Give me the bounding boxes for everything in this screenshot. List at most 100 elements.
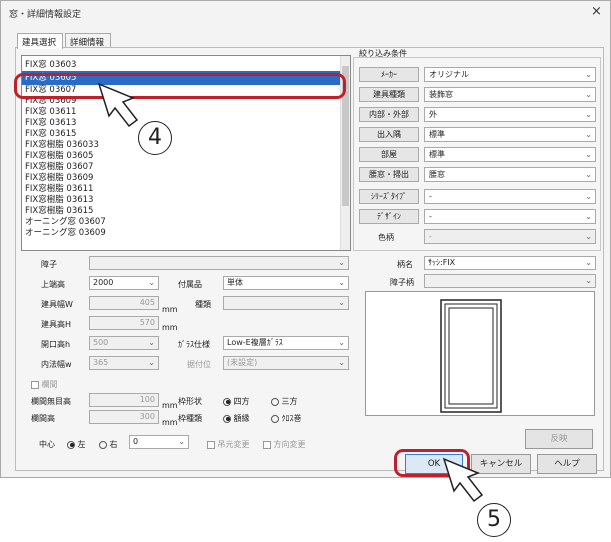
kaiko-h-select: 500 ⌄ (89, 336, 159, 350)
chevron-down-icon: ⌄ (148, 278, 155, 287)
cursor-arrow-icon (97, 82, 139, 128)
tategu-h-field[interactable]: 570 (89, 316, 159, 330)
select-value: 外 (429, 110, 437, 119)
list-item[interactable]: FIX窓 03611 (22, 107, 350, 118)
tab-detail-info[interactable]: 詳細情報 (65, 33, 111, 48)
checkbox-box (207, 440, 215, 449)
radio-label: 額縁 (233, 414, 250, 423)
center-radio-left[interactable]: 左 (67, 439, 86, 450)
highlight-ring-list-item (14, 73, 346, 99)
list-item[interactable]: FIX窓樹脂 03609 (22, 173, 350, 184)
filter-button-design[interactable]: ﾃﾞｻﾞｲﾝ (359, 209, 419, 224)
list-item[interactable]: FIX窓樹脂 03613 (22, 195, 350, 206)
wakushu-label: 枠種類 (178, 414, 202, 423)
center-radio-right[interactable]: 右 (99, 439, 118, 450)
uchinori-select[interactable]: 2000 ⌄ (89, 276, 159, 290)
chevron-down-icon: ⌄ (585, 90, 592, 99)
filter-button-type[interactable]: 建具種類 (359, 87, 419, 102)
wakukei-radio-2[interactable]: 三方 (271, 396, 298, 407)
radio-icon (223, 414, 231, 423)
filter-select-maker[interactable]: オリジナル ⌄ (424, 67, 596, 82)
filter-select-inout[interactable]: 外 ⌄ (424, 107, 596, 122)
filter-button-inout[interactable]: 内部・外部 (359, 107, 419, 122)
wakukei-radio-1[interactable]: 四方 (223, 396, 250, 407)
tategu-w-label: 建具幅W (41, 300, 73, 309)
center-label: 中心 (39, 440, 55, 449)
radio-icon (271, 397, 279, 406)
gara-select[interactable]: ｻｯｼ:FIX ⌄ (424, 256, 596, 270)
uchinori-label: 上端高 (41, 280, 65, 289)
select-value: - (429, 192, 432, 201)
radio-icon (99, 440, 107, 449)
list-item[interactable]: FIX窓樹脂 03615 (22, 206, 350, 217)
filter-select-type[interactable]: 装飾窓 ⌄ (424, 87, 596, 102)
filter-button-room[interactable]: 部屋 (359, 147, 419, 162)
kaiko-h-label: 開口高h (41, 340, 71, 349)
radio-icon (271, 414, 279, 423)
filter-button-corner[interactable]: 出入隅 (359, 127, 419, 142)
select-value: 0 (133, 437, 139, 446)
unit-mm: mm (162, 305, 178, 314)
window-preview-drawing (440, 299, 502, 413)
help-button[interactable]: ヘルプ (537, 454, 597, 474)
radio-label: 三方 (281, 397, 298, 406)
chevron-down-icon: ⌄ (585, 150, 592, 159)
filter-select-color: - ⌄ (424, 229, 596, 244)
callout-5: 5 (477, 503, 511, 537)
radio-label: 右 (109, 440, 118, 449)
filter-select-series[interactable]: - ⌄ (424, 189, 596, 204)
window-preview (365, 291, 595, 416)
shoji-gara-select: ⌄ (424, 274, 596, 288)
list-item[interactable]: オーニング窓 03607 (22, 217, 350, 228)
shoji-select: ⌄ (89, 256, 349, 270)
shurui-select: ⌄ (223, 296, 349, 310)
list-item[interactable]: オーニング窓 03609 (22, 228, 350, 239)
wakukei-label: 枠形状 (178, 397, 202, 406)
rankan-h-field: 300 (89, 410, 159, 424)
houkou-checkbox: 方向変更 (263, 439, 306, 450)
chevron-down-icon: ⌄ (585, 258, 592, 267)
select-value: 装飾窓 (429, 90, 453, 99)
list-item[interactable]: FIX窓 03613 (22, 118, 350, 129)
select-value: 標準 (429, 150, 445, 159)
select-value: 2000 (93, 278, 114, 287)
list-item[interactable]: FIX窓樹脂 036033 (22, 140, 350, 151)
list-item[interactable]: FIX窓樹脂 03607 (22, 162, 350, 173)
filter-button-maker[interactable]: ﾒｰｶｰ (359, 67, 419, 82)
rankan-label: 欄間 (41, 380, 58, 389)
shurui-label: 種類 (195, 300, 211, 309)
shoji-gara-label: 障子柄 (390, 278, 414, 287)
close-icon[interactable]: × (591, 4, 602, 19)
filter-button-window-kind[interactable]: 腰窓・掃出 (359, 167, 419, 182)
glass-select[interactable]: Low-E複層ｶﾞﾗｽ ⌄ (223, 336, 349, 350)
list-item[interactable]: FIX窓 03615 (22, 129, 350, 140)
rankan-muzai-field: 100 (89, 393, 159, 407)
wakushu-radio-1[interactable]: 額縁 (223, 413, 250, 424)
unit-mm: mm (162, 418, 178, 427)
list-item[interactable]: FIX窓 03603 (22, 60, 350, 71)
tategu-w-field[interactable]: 405 (89, 296, 159, 310)
unit-mm: mm (162, 323, 178, 332)
rankan-checkbox: 欄間 (31, 379, 58, 390)
list-item[interactable]: FIX窓樹脂 03605 (22, 151, 350, 162)
chevron-down-icon: ⌄ (585, 232, 592, 241)
chevron-down-icon: ⌄ (338, 358, 345, 367)
filter-select-design[interactable]: - ⌄ (424, 209, 596, 224)
chevron-down-icon: ⌄ (585, 212, 592, 221)
reflect-button: 反映 (525, 429, 593, 449)
uchinori-w-label: 内法幅w (41, 360, 72, 369)
fuzoku-select[interactable]: 単体 ⌄ (223, 276, 349, 290)
filter-select-window-kind[interactable]: 腰窓 ⌄ (424, 167, 596, 182)
chevron-down-icon: ⌄ (338, 298, 345, 307)
center-offset-select[interactable]: 0 ⌄ (129, 435, 189, 449)
wakushu-radio-2[interactable]: ｸﾛｽ巻 (271, 413, 302, 424)
filter-select-corner[interactable]: 標準 ⌄ (424, 127, 596, 142)
chevron-down-icon: ⌄ (585, 130, 592, 139)
list-item[interactable]: FIX窓樹脂 03611 (22, 184, 350, 195)
select-value: Low-E複層ｶﾞﾗｽ (227, 338, 283, 347)
tsuke-select: (未設定) ⌄ (223, 356, 349, 370)
tab-tategu-select[interactable]: 建具選択 (17, 33, 63, 49)
filter-select-room[interactable]: 標準 ⌄ (424, 147, 596, 162)
filter-button-series[interactable]: ｼﾘｰｽﾞﾀｲﾌﾟ (359, 189, 419, 204)
checkbox-box (31, 380, 39, 389)
